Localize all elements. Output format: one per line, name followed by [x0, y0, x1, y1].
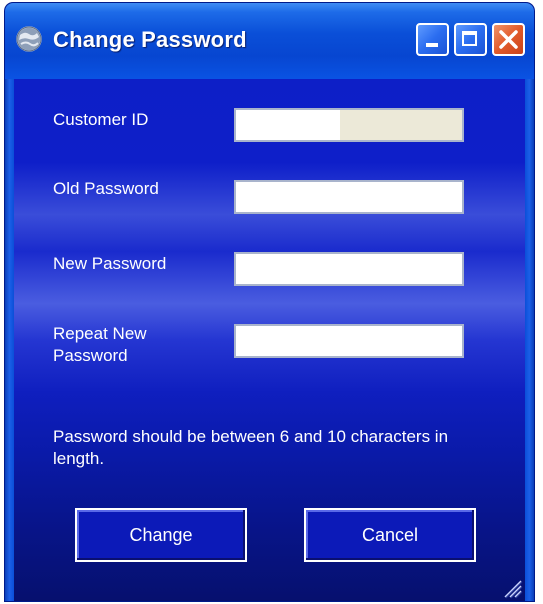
window-border-right — [525, 79, 534, 601]
maximize-icon — [462, 31, 477, 46]
title-bar[interactable]: Change Password — [5, 3, 534, 79]
cancel-button[interactable]: Cancel — [304, 508, 476, 562]
repeat-password-label-line2: Password — [53, 346, 128, 365]
old-password-field[interactable] — [234, 180, 464, 214]
minimize-button[interactable] — [416, 23, 449, 56]
new-password-field[interactable] — [234, 252, 464, 286]
password-hint: Password should be between 6 and 10 char… — [53, 427, 449, 468]
change-password-window: Change Password Customer ID Old Password… — [5, 3, 534, 601]
close-icon — [499, 30, 518, 49]
change-button[interactable]: Change — [75, 508, 247, 562]
globe-icon — [16, 26, 42, 52]
close-button[interactable] — [492, 23, 525, 56]
old-password-label: Old Password — [53, 179, 159, 198]
window-border-left — [5, 79, 14, 601]
customer-id-field[interactable] — [234, 108, 464, 142]
maximize-button[interactable] — [454, 23, 487, 56]
customer-id-label: Customer ID — [53, 110, 149, 129]
window-title: Change Password — [53, 27, 247, 52]
minimize-icon — [426, 43, 438, 47]
resize-grip-icon[interactable] — [501, 577, 523, 599]
dialog-body: Customer ID Old Password New Password Re… — [14, 79, 525, 601]
new-password-label: New Password — [53, 254, 167, 273]
repeat-password-field[interactable] — [234, 324, 464, 358]
repeat-password-label-line1: Repeat New — [53, 324, 147, 343]
